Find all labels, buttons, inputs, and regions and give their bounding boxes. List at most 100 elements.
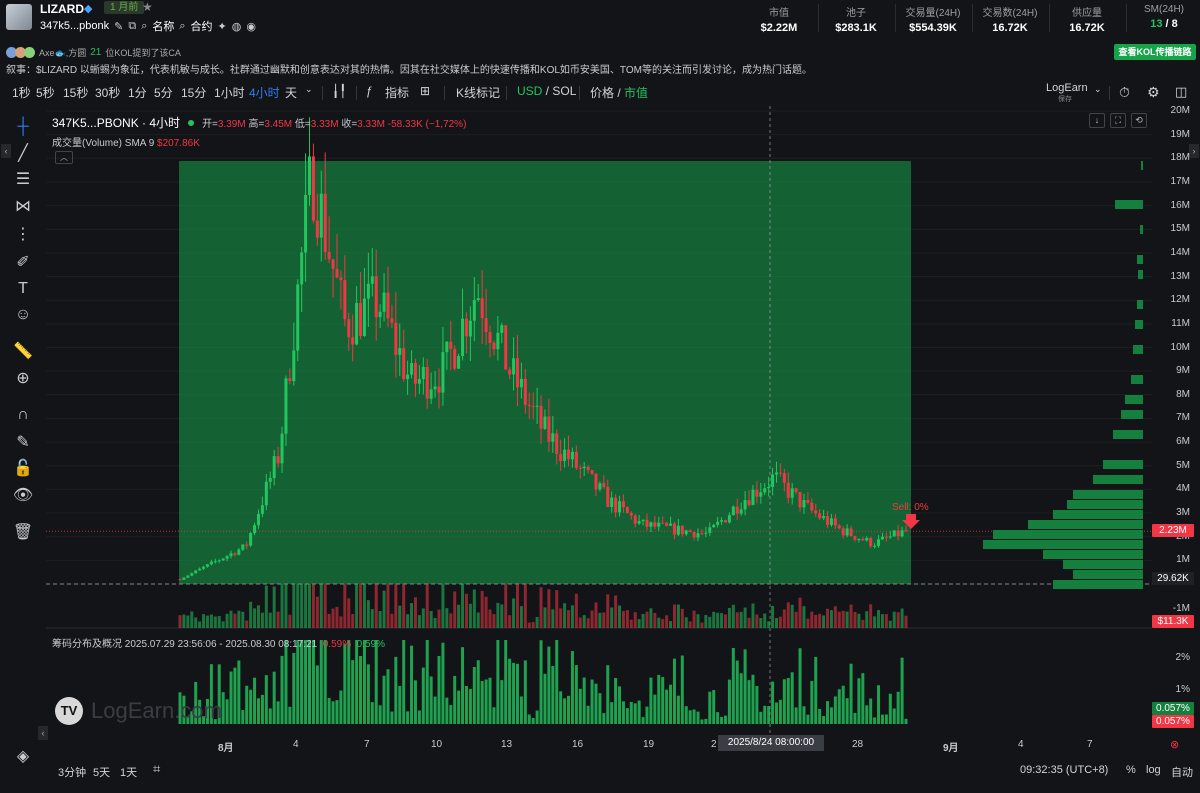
price-tick: 4M [1176, 483, 1190, 495]
eye-icon[interactable]: 👁 [12, 485, 34, 507]
kol-propagation-button[interactable]: 查看KOL传播链路 [1114, 44, 1196, 60]
interval-1m[interactable]: 1分 [128, 84, 147, 101]
lock-draw-icon[interactable]: ✎ [12, 432, 34, 454]
chevron-down-icon[interactable]: ⌄ [1094, 84, 1102, 95]
text-icon[interactable]: T [12, 278, 34, 300]
star-icon[interactable]: ★ [142, 0, 153, 14]
interval-1d[interactable]: 天 [285, 84, 297, 101]
auto-toggle[interactable]: 自动 [1171, 764, 1193, 780]
candle [331, 259, 335, 269]
candle [873, 545, 877, 547]
volume-bar [202, 614, 206, 628]
edit-icon[interactable]: ✎ [114, 20, 123, 33]
volume-bar [857, 613, 861, 628]
layout-name[interactable]: LogEarn [1046, 82, 1088, 94]
interval-1s[interactable]: 1秒 [12, 84, 31, 101]
crosshair-icon[interactable]: ┼ [12, 116, 34, 138]
range-5d[interactable]: 5天 [93, 764, 110, 780]
volume-bar [723, 614, 727, 628]
brush-icon[interactable]: ✐ [12, 252, 34, 274]
price-mcap-toggle[interactable]: 价格 / 市值 [590, 84, 648, 101]
candle [802, 500, 806, 508]
distribution-bar [249, 689, 253, 724]
refresh-icon[interactable]: ⟲ [1131, 113, 1147, 128]
trash-icon[interactable]: 🗑 [12, 522, 34, 544]
token-address[interactable]: 347k5...pbonk [40, 20, 109, 32]
name-search-link[interactable]: 名称 [152, 18, 174, 34]
search-icon[interactable]: ⌕ [141, 20, 147, 33]
gear-icon[interactable]: ⚙ [1147, 84, 1160, 101]
distribution-bar [288, 706, 292, 724]
twitter-icon[interactable]: ✦ [218, 20, 227, 33]
magnet-icon[interactable]: ∩ [12, 404, 34, 426]
distribution-bar [586, 705, 590, 724]
globe-icon[interactable]: ◍ [232, 20, 242, 33]
candle-type-icon[interactable]: ╽╿ [332, 84, 346, 98]
maximize-icon[interactable]: ⛶ [1110, 113, 1126, 128]
arrow-down-icon[interactable]: ↓ [1089, 113, 1105, 128]
distribution-bar [822, 715, 826, 724]
volume-bar [633, 612, 637, 628]
volume-profile-bar [1131, 375, 1143, 384]
coin-icon[interactable]: ◉ [246, 20, 256, 33]
interval-5m[interactable]: 5分 [154, 84, 173, 101]
volume-profile-bar [1125, 395, 1143, 404]
trendline-icon[interactable]: ╱ [12, 143, 34, 165]
interval-30s[interactable]: 30秒 [95, 84, 120, 101]
volume-bar [763, 613, 767, 628]
horizontal-lines-icon[interactable]: ☰ [12, 169, 34, 191]
contract-search-link[interactable]: 合约 [191, 18, 213, 34]
chevron-left-icon[interactable]: ‹ [1, 144, 11, 158]
ruler-icon[interactable]: 📏 [12, 341, 34, 363]
volume-bar [731, 604, 735, 628]
pattern-icon[interactable]: ⋈ [12, 196, 34, 218]
volume-bar [472, 589, 476, 628]
interval-1h[interactable]: 1小时 [214, 84, 245, 101]
range-1d[interactable]: 1天 [120, 764, 137, 780]
alert-icon[interactable]: ⏱ [1119, 84, 1130, 101]
currency-toggle[interactable]: USD / SOL [517, 84, 576, 98]
reset-icon[interactable]: ⊗ [1170, 738, 1179, 751]
drawing-tools: ┼ ╱ ☰ ⋈ ⋮ ✐ T ☺ 📏 ⊕ ∩ ✎ 🔓 👁 🗑 ◈ [0, 106, 46, 793]
zoom-in-icon[interactable]: ⊕ [12, 368, 34, 390]
interval-5s[interactable]: 5秒 [36, 84, 55, 101]
chevron-down-icon[interactable]: ⌄ [305, 84, 313, 95]
candle [826, 516, 830, 525]
fib-icon[interactable]: ⋮ [12, 224, 34, 246]
log-toggle[interactable]: log [1146, 764, 1161, 776]
candle [657, 522, 661, 527]
symbol-label[interactable]: 347K5...PBONK · 4小时 [52, 114, 180, 131]
kline-mark-button[interactable]: K线标记 [456, 84, 500, 101]
distribution-bar [653, 694, 657, 724]
layout-grid-icon[interactable]: ⊞ [420, 84, 430, 98]
interval-15s[interactable]: 15秒 [63, 84, 88, 101]
age-badge: 1 月前 [104, 1, 145, 14]
candle [260, 505, 264, 514]
candle [767, 486, 771, 489]
price-scale[interactable]: 20M 19M 18M 17M 16M 15M 14M 13M 12M 11M 10M 9M 8M 7M 6… [1152, 105, 1200, 734]
volume-bar [402, 584, 406, 628]
volume-bar [567, 610, 571, 628]
search-icon[interactable]: ⌕ [179, 20, 185, 33]
interval-4h[interactable]: 4小时 [249, 84, 280, 101]
indicators-button[interactable]: 指标 [385, 84, 409, 101]
percent-toggle[interactable]: % [1126, 764, 1136, 776]
copy-icon[interactable]: ⧉ [128, 20, 136, 33]
distribution-bar [767, 706, 771, 724]
emoji-icon[interactable]: ☺ [12, 304, 34, 326]
chevron-up-icon[interactable]: ︿ [55, 151, 73, 164]
volume-bar [386, 584, 390, 628]
range-3min[interactable]: 3分钟 [58, 764, 86, 780]
lock-icon[interactable]: 🔓 [12, 458, 34, 480]
volume-bar [665, 615, 669, 628]
interval-15m[interactable]: 15分 [181, 84, 206, 101]
calendar-icon[interactable]: ⌗ [153, 761, 160, 777]
avatar [24, 46, 35, 58]
volume-bar [676, 604, 680, 628]
function-icon[interactable]: ƒ [366, 84, 373, 98]
camera-icon[interactable]: ◫ [1175, 84, 1187, 100]
candle [421, 366, 425, 379]
clock-time[interactable]: 09:32:35 (UTC+8) [1020, 764, 1108, 776]
distribution-bar [260, 694, 264, 724]
candle [413, 363, 417, 384]
